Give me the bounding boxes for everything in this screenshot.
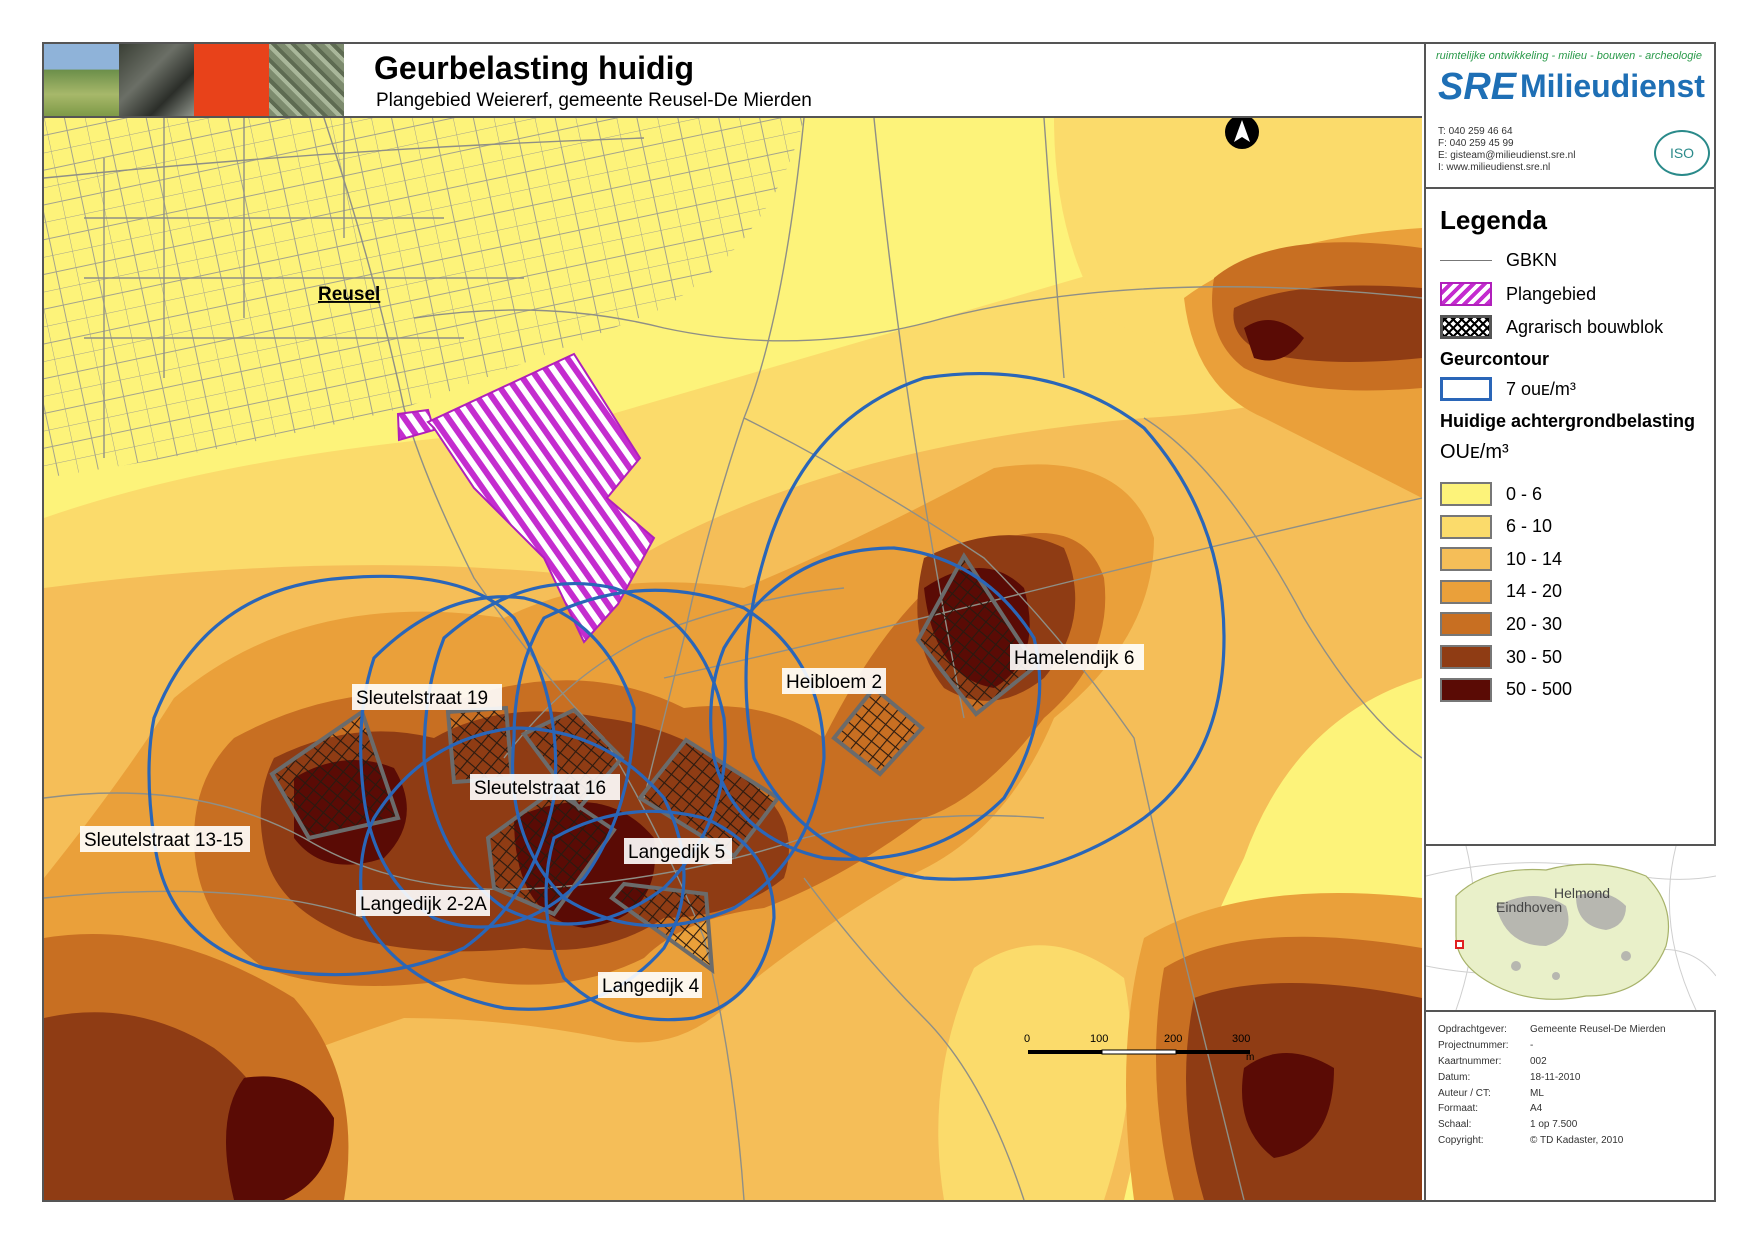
- header-photo-strip: [44, 44, 344, 116]
- aerial-photo: [269, 44, 344, 116]
- legend-class-label: 6 - 10: [1506, 516, 1553, 537]
- legend-swatch: [1440, 547, 1492, 572]
- map-title: Geurbelasting huidig: [374, 50, 695, 86]
- legend-row-contour: 7 ouᴇ/m³: [1440, 376, 1576, 402]
- legend-row-gbkn: GBKN: [1440, 247, 1557, 273]
- legend-swatch: [1440, 579, 1492, 604]
- overview-map: Helmond Eindhoven: [1426, 846, 1716, 1012]
- info-row: Projectnummer: -: [1438, 1040, 1534, 1052]
- bouwblok-symbol: [1440, 315, 1492, 339]
- overview-label-helmond: Helmond: [1554, 885, 1610, 901]
- people-photo: [119, 44, 194, 116]
- legend-row-bouwblok: Agrarisch bouwblok: [1440, 314, 1663, 340]
- plangebied-symbol: [1440, 282, 1492, 306]
- label-sleutelstraat-16: Sleutelstraat 16: [474, 778, 606, 799]
- info-row: Datum: 18-11-2010: [1438, 1071, 1581, 1083]
- label-heibloem-2: Heibloem 2: [786, 672, 882, 693]
- legend-row-class: 20 - 30: [1440, 611, 1562, 637]
- legend-swatch: [1440, 645, 1492, 669]
- scale-tick-300: 300: [1232, 1033, 1250, 1045]
- label-sleutelstraat-13-15: Sleutelstraat 13-15: [84, 830, 244, 851]
- legend-row-class: 10 - 14: [1440, 546, 1562, 572]
- info-row: Copyright: © TD Kadaster, 2010: [1438, 1134, 1624, 1146]
- info-row: Formaat: A4: [1438, 1103, 1543, 1115]
- label-hamelendijk-6: Hamelendijk 6: [1014, 648, 1134, 669]
- legend-class-label: 20 - 30: [1506, 613, 1563, 634]
- legend-row-class: 50 - 500: [1440, 677, 1572, 703]
- side-panel: ruimtelijke ontwikkeling - milieu - bouw…: [1424, 44, 1716, 1200]
- label-sleutelstraat-19: Sleutelstraat 19: [356, 688, 488, 709]
- overview-label-eindhoven: Eindhoven: [1496, 899, 1562, 915]
- legend-unit: OUᴇ/m³: [1440, 441, 1509, 463]
- legend-swatch: [1440, 612, 1492, 637]
- legend-row-plangebied: Plangebied: [1440, 281, 1596, 307]
- map-subtitle: Plangebied Weiererf, gemeente Reusel-De …: [376, 90, 812, 111]
- landscape-photo: [44, 44, 119, 116]
- contour-symbol: [1440, 377, 1492, 401]
- contact-details: T: 040 259 46 64 F: 040 259 45 99 E: gis…: [1438, 126, 1575, 174]
- legend: Legenda GBKN Plangebied Agrarisch bouwbl…: [1426, 189, 1716, 846]
- legend-class-label: 0 - 6: [1506, 483, 1543, 504]
- bouwblok-sleutelstraat-19-b[interactable]: [445, 705, 515, 785]
- legend-title: Legenda: [1440, 205, 1547, 235]
- label-langedijk-2-2a: Langedijk 2-2A: [360, 894, 487, 915]
- map-header: Geurbelasting huidig Plangebied Weiererf…: [44, 44, 1422, 118]
- scale-tick-0: 0: [1024, 1033, 1030, 1045]
- label-langedijk-5: Langedijk 5: [628, 842, 725, 863]
- legend-class-label: 30 - 50: [1506, 646, 1563, 667]
- iso-badge-icon: ISO: [1654, 130, 1710, 176]
- contact-row: F: 040 259 45 99: [1438, 138, 1514, 149]
- info-row: Schaal: 1 op 7.500: [1438, 1119, 1578, 1131]
- legend-row-class: 30 - 50: [1440, 644, 1562, 670]
- place-label-reusel: Reusel: [318, 284, 380, 305]
- scale-unit: m: [1246, 1052, 1254, 1063]
- logo-box: ruimtelijke ontwikkeling - milieu - bouw…: [1426, 44, 1716, 189]
- location-marker-icon: [1455, 940, 1464, 949]
- scale-tick-200: 200: [1164, 1033, 1182, 1045]
- sre-logo-mark: SRE: [1438, 66, 1517, 108]
- contact-row: E: gisteam@milieudienst.sre.nl: [1438, 150, 1576, 161]
- info-row: Auteur / CT: ML: [1438, 1087, 1544, 1099]
- legend-geurcontour-head: Geurcontour: [1440, 349, 1550, 369]
- legend-class-label: 50 - 500: [1506, 679, 1573, 700]
- legend-background-head: Huidige achtergrondbelasting: [1440, 411, 1696, 431]
- contact-row: I: www.milieudienst.sre.nl: [1438, 162, 1551, 173]
- legend-swatch: [1440, 514, 1492, 539]
- label-langedijk-4: Langedijk 4: [602, 976, 700, 997]
- contact-row: T: 040 259 46 64: [1438, 126, 1513, 137]
- legend-swatch: [1440, 482, 1492, 506]
- info-row: Kaartnummer: 002: [1438, 1055, 1547, 1067]
- legend-class-label: 14 - 20: [1506, 581, 1563, 602]
- legend-swatch: [1440, 677, 1492, 702]
- legend-row-class: 14 - 20: [1440, 579, 1562, 605]
- logo-tagline: ruimtelijke ontwikkeling - milieu - bouw…: [1436, 50, 1702, 62]
- logo-name: Milieudienst: [1520, 68, 1705, 104]
- legend-class-label: 10 - 14: [1506, 548, 1563, 569]
- map-canvas[interactable]: Reusel Sleutelstraat 19 Sleutelstraat 16…: [44, 118, 1422, 1200]
- legend-row-class: 0 - 6: [1440, 481, 1542, 507]
- color-block: [194, 44, 269, 116]
- map-info-table: Opdrachtgever: Gemeente Reusel-De Mierden…: [1438, 1022, 1666, 1148]
- scale-tick-100: 100: [1090, 1033, 1108, 1045]
- legend-row-class: 6 - 10: [1440, 514, 1552, 540]
- gbkn-line-symbol: [1440, 259, 1492, 261]
- info-row: Opdrachtgever: Gemeente Reusel-De Mierden: [1438, 1024, 1666, 1036]
